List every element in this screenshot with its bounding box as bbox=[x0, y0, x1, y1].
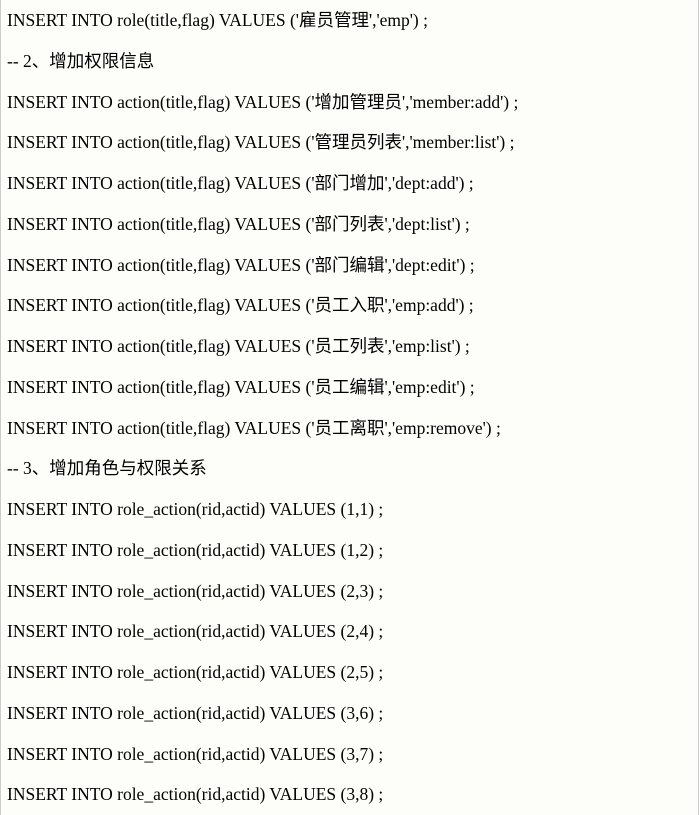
code-line: -- 2、增加权限信息 bbox=[1, 41, 698, 82]
code-line: INSERT INTO role_action(rid,actid) VALUE… bbox=[1, 693, 698, 734]
code-line: -- 3、增加角色与权限关系 bbox=[1, 448, 698, 489]
code-line: INSERT INTO role_action(rid,actid) VALUE… bbox=[1, 652, 698, 693]
code-line: INSERT INTO role_action(rid,actid) VALUE… bbox=[1, 571, 698, 612]
code-line: INSERT INTO action(title,flag) VALUES ('… bbox=[1, 204, 698, 245]
code-line: INSERT INTO role(title,flag) VALUES ('雇员… bbox=[1, 0, 698, 41]
code-line: INSERT INTO role_action(rid,actid) VALUE… bbox=[1, 774, 698, 815]
code-line: INSERT INTO action(title,flag) VALUES ('… bbox=[1, 82, 698, 123]
code-line: INSERT INTO action(title,flag) VALUES ('… bbox=[1, 326, 698, 367]
code-line: INSERT INTO role_action(rid,actid) VALUE… bbox=[1, 611, 698, 652]
code-line: INSERT INTO action(title,flag) VALUES ('… bbox=[1, 122, 698, 163]
code-block: INSERT INTO role(title,flag) VALUES ('雇员… bbox=[0, 0, 699, 815]
code-line: INSERT INTO role_action(rid,actid) VALUE… bbox=[1, 734, 698, 775]
code-line: INSERT INTO action(title,flag) VALUES ('… bbox=[1, 408, 698, 449]
code-line: INSERT INTO action(title,flag) VALUES ('… bbox=[1, 163, 698, 204]
code-line: INSERT INTO action(title,flag) VALUES ('… bbox=[1, 245, 698, 286]
code-line: INSERT INTO action(title,flag) VALUES ('… bbox=[1, 285, 698, 326]
code-line: INSERT INTO action(title,flag) VALUES ('… bbox=[1, 367, 698, 408]
code-line: INSERT INTO role_action(rid,actid) VALUE… bbox=[1, 530, 698, 571]
code-line: INSERT INTO role_action(rid,actid) VALUE… bbox=[1, 489, 698, 530]
